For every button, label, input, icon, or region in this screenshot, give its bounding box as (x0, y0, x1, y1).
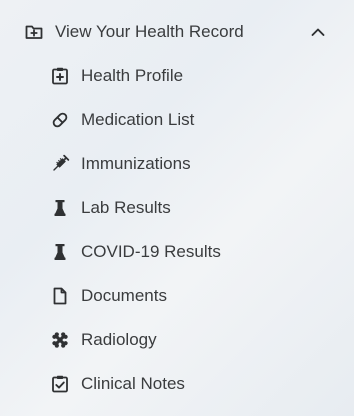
pill-icon (50, 110, 70, 130)
nav-item-immunizations[interactable]: Immunizations (0, 146, 354, 182)
medical-profile-icon (50, 66, 70, 86)
nav-item-lab-results[interactable]: Lab Results (0, 190, 354, 226)
nav-item-documents[interactable]: Documents (0, 278, 354, 314)
nav-item-radiology[interactable]: Radiology (0, 322, 354, 358)
view-health-record-toggle[interactable]: View Your Health Record (0, 10, 354, 54)
folder-plus-icon (24, 22, 44, 42)
nav-item-label: Lab Results (81, 198, 171, 217)
nav-item-label: Immunizations (81, 154, 191, 173)
syringe-icon (50, 154, 70, 174)
clipboard-check-icon (50, 374, 70, 394)
nav-item-covid-19-results[interactable]: COVID-19 Results (0, 234, 354, 270)
nav-item-medication-list[interactable]: Medication List (0, 102, 354, 138)
nav-item-clinical-notes[interactable]: Clinical Notes (0, 366, 354, 402)
document-icon (50, 286, 70, 306)
health-record-nav: View Your Health Record Health Profile M… (0, 0, 354, 416)
chevron-up-icon[interactable] (308, 22, 328, 42)
nav-item-label: Radiology (81, 330, 157, 349)
nav-item-label: Documents (81, 286, 167, 305)
section-title: View Your Health Record (55, 22, 244, 41)
nav-item-label: Medication List (81, 110, 195, 129)
nav-item-label: Clinical Notes (81, 374, 185, 393)
lab-flask-icon (50, 242, 70, 262)
nav-item-health-profile[interactable]: Health Profile (0, 58, 354, 94)
lab-flask-icon (50, 198, 70, 218)
nav-item-label: COVID-19 Results (81, 242, 221, 261)
x-ray-icon (50, 330, 70, 350)
nav-item-label: Health Profile (81, 66, 184, 85)
